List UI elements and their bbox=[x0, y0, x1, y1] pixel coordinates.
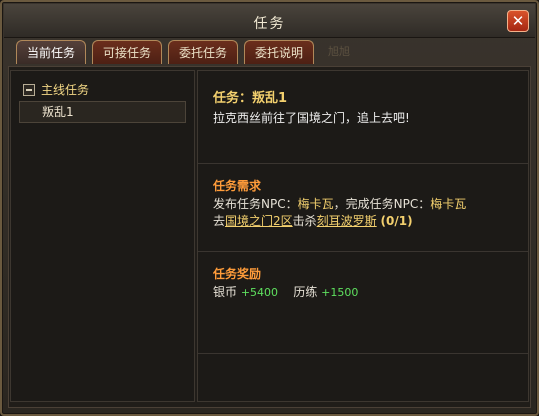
npc-publish-label: 发布任务NPC： bbox=[213, 197, 298, 211]
exp-value: +1500 bbox=[321, 286, 359, 299]
tree-group-main[interactable]: 主线任务 bbox=[23, 81, 89, 98]
silver-value: +5400 bbox=[240, 286, 279, 299]
exp-label: 历练 bbox=[293, 285, 318, 299]
divider bbox=[198, 163, 528, 164]
npc-publish-name: 梅卡瓦 bbox=[297, 197, 334, 211]
requirements-npc-line: 发布任务NPC：梅卡瓦，完成任务NPC：梅卡瓦 bbox=[213, 195, 466, 212]
divider bbox=[198, 251, 528, 252]
location-link[interactable]: 国境之门2区 bbox=[225, 214, 293, 228]
tab-commission-info[interactable]: 委托说明 bbox=[244, 40, 314, 64]
requirements-title: 任务需求 bbox=[213, 179, 262, 193]
window-title: 任务 bbox=[253, 16, 286, 32]
quest-title: 任务：叛乱1 bbox=[213, 91, 288, 106]
target-link[interactable]: 刻耳波罗斯 bbox=[317, 214, 377, 228]
npc-complete-name: 梅卡瓦 bbox=[430, 197, 467, 211]
quest-detail-pane: 任务：叛乱1 拉克西丝前往了国境之门，追上去吧! 任务需求 发布任务NPC：梅卡… bbox=[197, 70, 529, 402]
silver-label: 银币 bbox=[213, 285, 238, 299]
objective-progress: (0/1) bbox=[380, 214, 413, 228]
divider bbox=[198, 353, 528, 354]
tab-commission-quests[interactable]: 委托任务 bbox=[168, 40, 238, 64]
tree-group-label: 主线任务 bbox=[41, 83, 90, 97]
objective-go-label: 去 bbox=[213, 214, 226, 228]
title-bar[interactable]: 任务 ✕ bbox=[4, 4, 535, 38]
ghost-text: 旭旭 bbox=[328, 45, 350, 58]
npc-complete-label: ，完成任务NPC： bbox=[333, 197, 431, 211]
tab-current-quests[interactable]: 当前任务 bbox=[16, 40, 86, 64]
close-icon: ✕ bbox=[511, 12, 525, 30]
tab-available-quests[interactable]: 可接任务 bbox=[92, 40, 162, 64]
collapse-icon[interactable] bbox=[23, 83, 35, 96]
rewards-title: 任务奖励 bbox=[213, 267, 262, 281]
rewards-line: 银币 +5400 历练 +1500 bbox=[213, 283, 358, 300]
close-button[interactable]: ✕ bbox=[507, 10, 529, 32]
quest-description: 拉克西丝前往了国境之门，追上去吧! bbox=[213, 111, 410, 125]
quest-list-pane: 主线任务 叛乱1 bbox=[10, 70, 195, 402]
quest-list-item[interactable]: 叛乱1 bbox=[19, 101, 186, 123]
requirements-objective-line: 去国境之门2区击杀刻耳波罗斯 (0/1) bbox=[213, 212, 413, 229]
objective-kill-label: 击杀 bbox=[292, 214, 317, 228]
